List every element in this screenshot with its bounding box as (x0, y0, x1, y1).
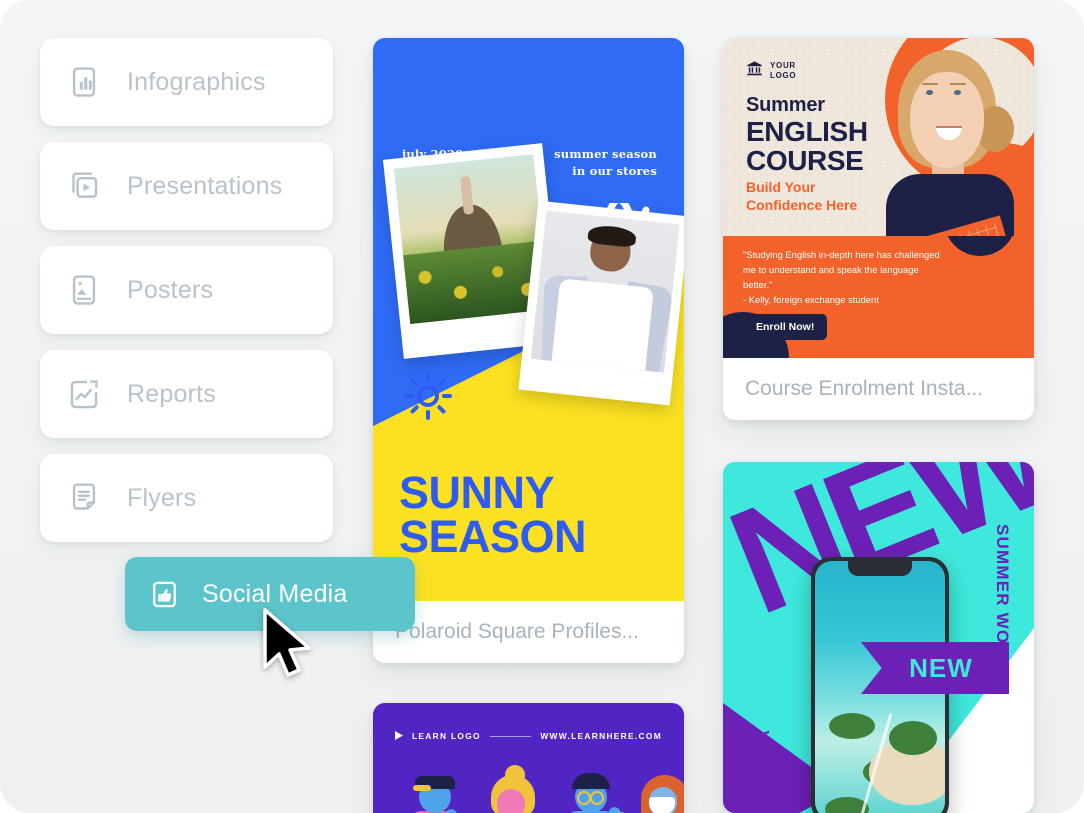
polaroid-photo-man (518, 200, 684, 406)
enroll-now-button[interactable]: Enroll Now! (743, 314, 828, 340)
sidebar-item-label: Posters (127, 275, 214, 304)
image-icon (67, 273, 101, 307)
poster-title: SUNNY SEASON (399, 466, 587, 562)
template-thumbnail: NEW NEW L MEDIA SUMMER WORL (723, 462, 1034, 813)
template-card-learn[interactable]: LEARN LOGO WWW.LEARNHERE.COM (373, 703, 684, 813)
bank-icon (746, 60, 763, 82)
testimonial-band: "Studying English in-depth here has chal… (723, 236, 1034, 358)
template-card-english-course[interactable]: YOUR LOGO Summer ENGLISH COURSE Build Yo… (723, 38, 1034, 420)
play-triangle-icon (395, 727, 403, 745)
learn-logo-label: LEARN LOGO (412, 731, 481, 741)
card-caption: Polaroid Square Profiles... (395, 620, 639, 643)
thumbs-up-icon (149, 579, 180, 610)
sidebar-item-label: Presentations (127, 171, 283, 200)
poster-subtitle: Build Your Confidence Here (746, 179, 858, 213)
poster-kicker: Summer (746, 94, 825, 116)
banner-header: LEARN LOGO WWW.LEARNHERE.COM (395, 727, 662, 745)
sun-icon (403, 371, 453, 426)
template-card-sunny-season[interactable]: july 2020 coming soon summer season in o… (373, 38, 684, 663)
testimonial-text: "Studying English in-depth here has chal… (743, 249, 940, 305)
new-ribbon-badge: NEW (861, 642, 1009, 694)
vertical-text-left: L MEDIA (754, 729, 773, 807)
sidebar-item-flyers[interactable]: Flyers (40, 454, 333, 542)
navy-blob-shape (944, 236, 1016, 256)
divider (489, 735, 532, 737)
category-sidebar: Infographics Presentations Posters Repor… (40, 38, 333, 558)
sidebar-item-infographics[interactable]: Infographics (40, 38, 333, 126)
template-card-new-summer[interactable]: NEW NEW L MEDIA SUMMER WORL (723, 462, 1034, 813)
brand-logo-text: YOUR LOGO (770, 61, 797, 80)
sidebar-item-label: Reports (127, 379, 216, 408)
poster-title: ENGLISH COURSE (746, 116, 868, 176)
sidebar-item-label: Flyers (127, 483, 197, 512)
sidebar-item-presentations[interactable]: Presentations (40, 142, 333, 230)
sidebar-item-label: Social Media (202, 579, 348, 608)
sidebar-item-label: Infographics (127, 67, 266, 96)
bar-chart-icon (67, 65, 101, 99)
card-caption: Course Enrolment Insta... (745, 377, 984, 400)
line-chart-icon (67, 377, 101, 411)
template-thumbnail: YOUR LOGO Summer ENGLISH COURSE Build Yo… (723, 38, 1034, 358)
poster-tagline-text: summer season in our stores (554, 147, 657, 178)
template-thumbnail: LEARN LOGO WWW.LEARNHERE.COM (373, 703, 684, 813)
brand-logo: YOUR LOGO (746, 60, 796, 82)
sidebar-item-posters[interactable]: Posters (40, 246, 333, 334)
app-canvas: Infographics Presentations Posters Repor… (0, 0, 1084, 813)
slides-icon (67, 169, 101, 203)
template-thumbnail: july 2020 coming soon summer season in o… (373, 38, 684, 601)
website-url: WWW.LEARNHERE.COM (540, 731, 662, 741)
mouse-pointer-icon (259, 607, 317, 684)
document-icon (67, 481, 101, 515)
sidebar-item-reports[interactable]: Reports (40, 350, 333, 438)
people-illustration (373, 759, 684, 813)
